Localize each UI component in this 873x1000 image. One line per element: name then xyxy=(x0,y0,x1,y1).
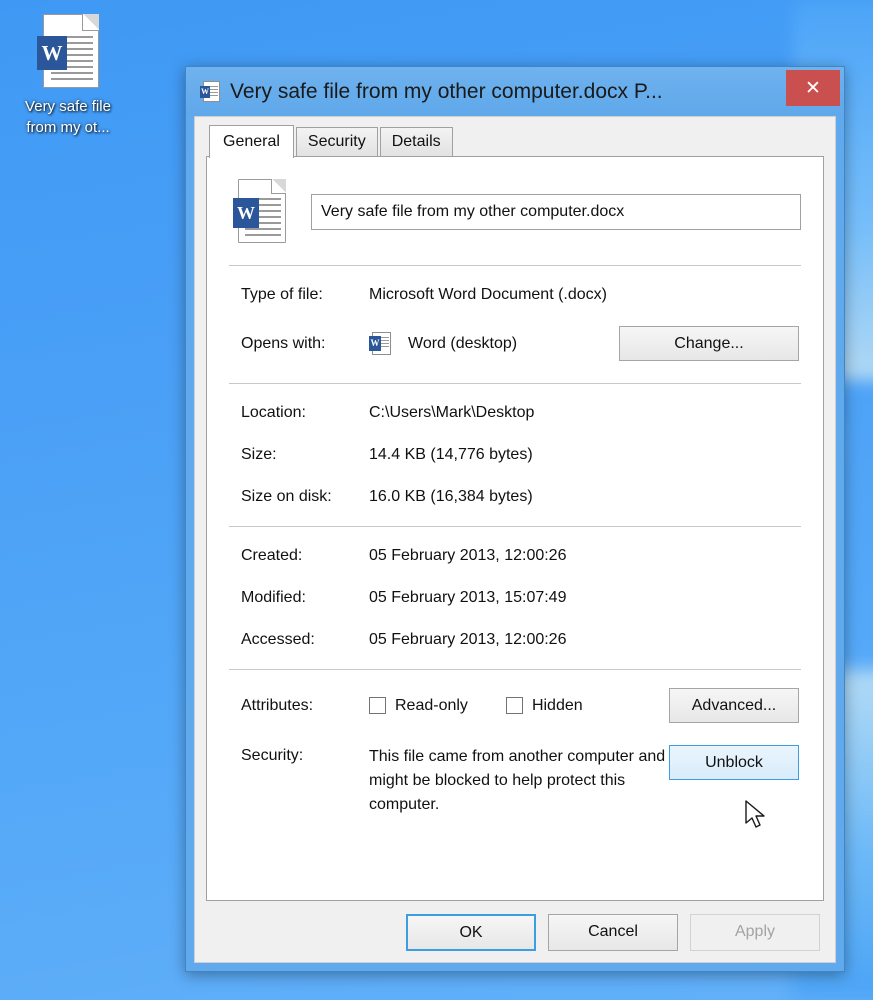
checkbox-hidden[interactable]: Hidden xyxy=(505,695,583,717)
cancel-button[interactable]: Cancel xyxy=(548,914,678,951)
value-size-on-disk: 16.0 KB (16,384 bytes) xyxy=(369,488,533,505)
property-row-modified: Modified: 05 February 2013, 15:07:49 xyxy=(241,587,799,609)
file-word-logo-glyph: W xyxy=(233,198,259,228)
property-row-size: Size: 14.4 KB (14,776 bytes) xyxy=(241,444,799,466)
security-warning-text: This file came from another computer and… xyxy=(369,748,666,813)
property-row-accessed: Accessed: 05 February 2013, 12:00:26 xyxy=(241,629,799,651)
file-type-section: Type of file: Microsoft Word Document (.… xyxy=(229,282,801,367)
property-row-size-on-disk: Size on disk: 16.0 KB (16,384 bytes) xyxy=(241,486,799,508)
tab-security[interactable]: Security xyxy=(295,127,378,156)
property-row-attributes: Attributes: Read-only Hidden Advanced... xyxy=(241,688,799,723)
checkbox-read-only[interactable]: Read-only xyxy=(369,695,468,717)
desktop-icon-label: Very safe file from my ot... xyxy=(25,98,111,136)
property-row-type-of-file: Type of file: Microsoft Word Document (.… xyxy=(241,284,799,306)
desktop-icon-very-safe-file[interactable]: W Very safe file from my ot... xyxy=(8,14,128,138)
value-location: C:\Users\Mark\Desktop xyxy=(369,404,535,421)
tab-strip: General Security Details xyxy=(206,125,824,158)
property-row-created: Created: 05 February 2013, 12:00:26 xyxy=(241,545,799,567)
dialog-body: General Security Details W Very safe fil… xyxy=(194,116,836,963)
label-created: Created: xyxy=(241,547,303,564)
advanced-button[interactable]: Advanced... xyxy=(669,688,799,723)
unblock-button[interactable]: Unblock xyxy=(669,745,799,780)
divider xyxy=(229,526,801,527)
word-logo-glyph: W xyxy=(37,36,67,70)
property-row-location: Location: C:\Users\Mark\Desktop xyxy=(241,402,799,424)
label-type-of-file: Type of file: xyxy=(241,286,323,303)
value-modified: 05 February 2013, 15:07:49 xyxy=(369,589,567,606)
value-opens-with: W Word (desktop) Change... xyxy=(369,326,799,361)
word-app-icon: W xyxy=(369,331,391,356)
checkbox-read-only-box[interactable] xyxy=(369,697,386,714)
checkbox-read-only-label: Read-only xyxy=(395,696,468,714)
dates-section: Created: 05 February 2013, 12:00:26 Modi… xyxy=(229,543,801,653)
label-size: Size: xyxy=(241,446,277,463)
tab-general[interactable]: General xyxy=(209,125,294,158)
change-button[interactable]: Change... xyxy=(619,326,799,361)
word-document-icon: W xyxy=(37,14,99,90)
window-title: Very safe file from my other computer.do… xyxy=(230,79,663,103)
value-accessed: 05 February 2013, 12:00:26 xyxy=(369,631,567,648)
desktop: W Very safe file from my ot... W Very sa… xyxy=(0,0,873,1000)
opens-with-app-name: Word (desktop) xyxy=(408,334,518,352)
label-attributes: Attributes: xyxy=(241,696,314,714)
divider xyxy=(229,265,801,266)
label-location: Location: xyxy=(241,404,306,421)
checkbox-hidden-box[interactable] xyxy=(505,697,523,714)
label-opens-with: Opens with: xyxy=(241,334,326,352)
file-word-document-icon: W xyxy=(233,179,287,245)
checkbox-hidden-label: Hidden xyxy=(531,696,583,714)
attributes-section: Attributes: Read-only Hidden Advanced... xyxy=(229,686,801,819)
location-size-section: Location: C:\Users\Mark\Desktop Size: 14… xyxy=(229,400,801,510)
property-row-opens-with: Opens with: W Word (desktop) Change... xyxy=(241,326,799,361)
security-controls: This file came from another computer and… xyxy=(369,745,799,817)
label-accessed: Accessed: xyxy=(241,631,315,648)
close-icon[interactable]: ✕ xyxy=(786,70,840,106)
file-name-row: W xyxy=(229,177,801,249)
file-name-input[interactable] xyxy=(311,194,801,230)
divider xyxy=(229,383,801,384)
label-security: Security: xyxy=(241,747,304,764)
tab-details[interactable]: Details xyxy=(379,127,453,156)
value-type-of-file: Microsoft Word Document (.docx) xyxy=(369,286,607,303)
word-app-glyph: W xyxy=(369,335,381,351)
label-size-on-disk: Size on disk: xyxy=(241,488,332,505)
titlebar-word-document-icon: W xyxy=(200,80,220,103)
label-modified: Modified: xyxy=(241,589,306,606)
ok-button[interactable]: OK xyxy=(406,914,536,951)
value-created: 05 February 2013, 12:00:26 xyxy=(369,547,567,564)
attributes-controls: Read-only Hidden Advanced... xyxy=(369,688,799,723)
divider xyxy=(229,669,801,670)
value-size: 14.4 KB (14,776 bytes) xyxy=(369,446,533,463)
dialog-footer: OK Cancel Apply xyxy=(206,901,824,951)
tab-panel-general: W Type of file: Microsoft Word Document … xyxy=(206,156,824,901)
file-properties-dialog: W Very safe file from my other computer.… xyxy=(185,66,845,972)
title-bar[interactable]: W Very safe file from my other computer.… xyxy=(186,67,844,116)
apply-button: Apply xyxy=(690,914,820,951)
property-row-security: Security: This file came from another co… xyxy=(241,745,799,817)
